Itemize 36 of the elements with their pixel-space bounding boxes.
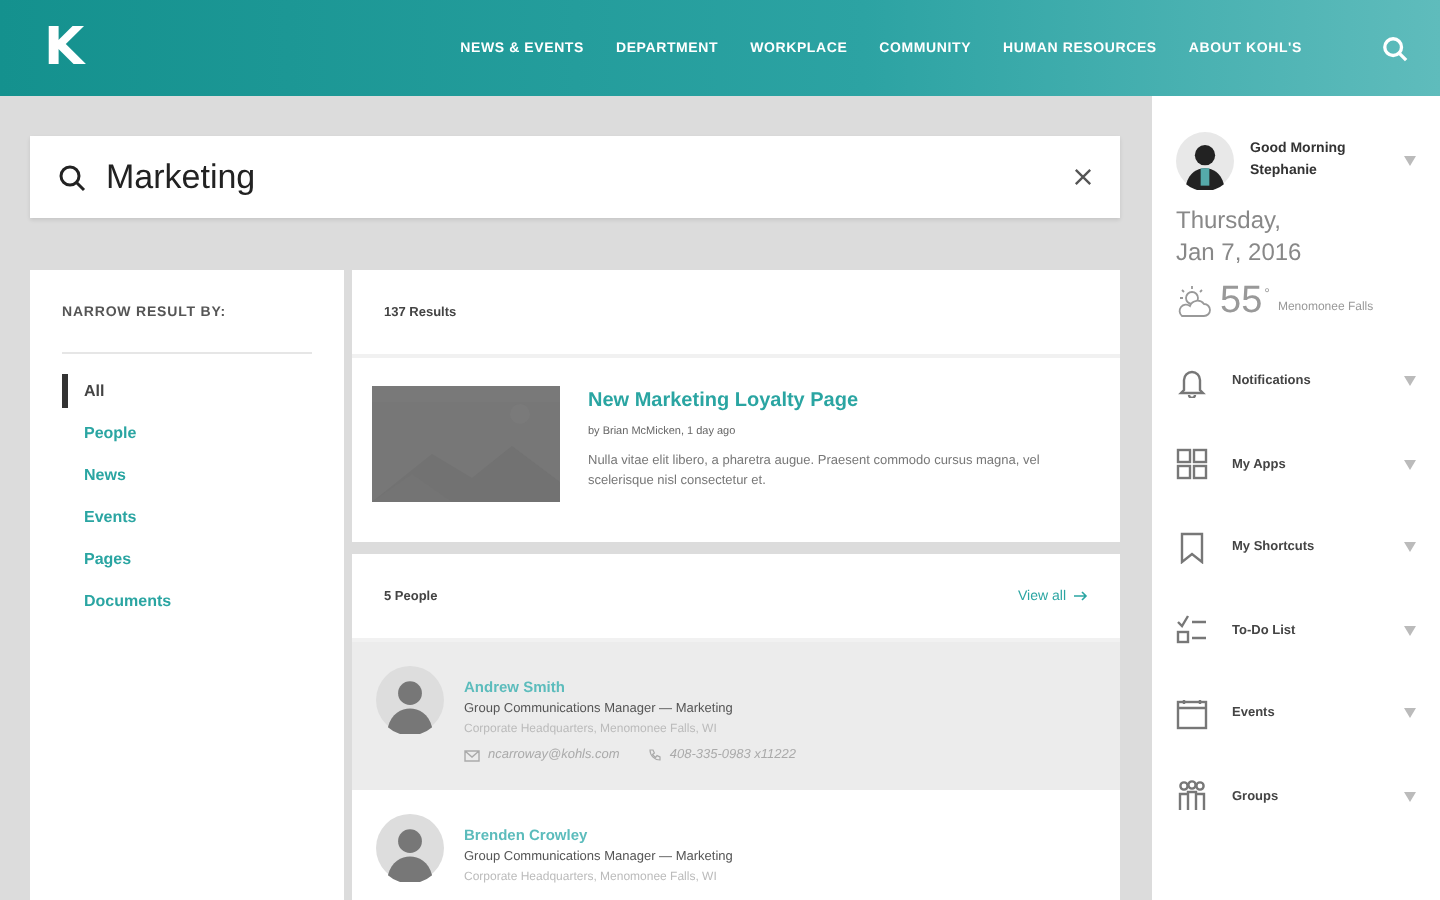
search-icon[interactable] <box>1382 35 1408 61</box>
caret-icon[interactable] <box>1404 156 1416 166</box>
filter-item[interactable]: All <box>62 374 312 408</box>
filter-item[interactable]: Events <box>62 500 312 534</box>
filter-item[interactable]: Pages <box>62 542 312 576</box>
caret-icon[interactable] <box>1404 791 1416 802</box>
search-field[interactable]: Marketing <box>102 155 1058 199</box>
bookmark-icon <box>1176 531 1208 564</box>
caret-icon[interactable] <box>1404 376 1416 387</box>
weather-icon <box>1176 286 1212 319</box>
close-icon[interactable] <box>1074 168 1092 186</box>
date-day: Thursday, <box>1176 206 1416 238</box>
avatar-icon <box>376 666 444 734</box>
mail-icon <box>464 749 480 761</box>
caret-icon[interactable] <box>1404 625 1416 636</box>
phone-icon <box>647 748 662 762</box>
temperature: 55 <box>1220 280 1263 325</box>
user-avatar <box>1176 132 1234 190</box>
logo[interactable]: K <box>44 18 83 78</box>
avatar-icon <box>376 814 444 882</box>
calendar-icon <box>1176 697 1208 730</box>
checklist-icon <box>1176 614 1208 647</box>
filter-item[interactable]: Documents <box>62 584 312 618</box>
filter-item[interactable]: News <box>62 458 312 492</box>
group-icon <box>1176 780 1208 813</box>
search-icon <box>58 163 86 191</box>
caret-icon[interactable] <box>1404 708 1416 719</box>
arrow-icon <box>1074 590 1088 602</box>
article-title[interactable]: New Marketing Loyalty Page <box>588 390 1088 412</box>
date-text: Jan 7, 2016 <box>1176 237 1304 269</box>
caret-icon[interactable] <box>1404 542 1416 553</box>
bell-icon <box>1176 365 1208 398</box>
filter-item[interactable]: People <box>62 416 312 450</box>
caret-icon[interactable] <box>1404 459 1416 470</box>
grid-icon <box>1176 448 1208 481</box>
search-bar[interactable]: Marketing <box>30 136 1120 218</box>
